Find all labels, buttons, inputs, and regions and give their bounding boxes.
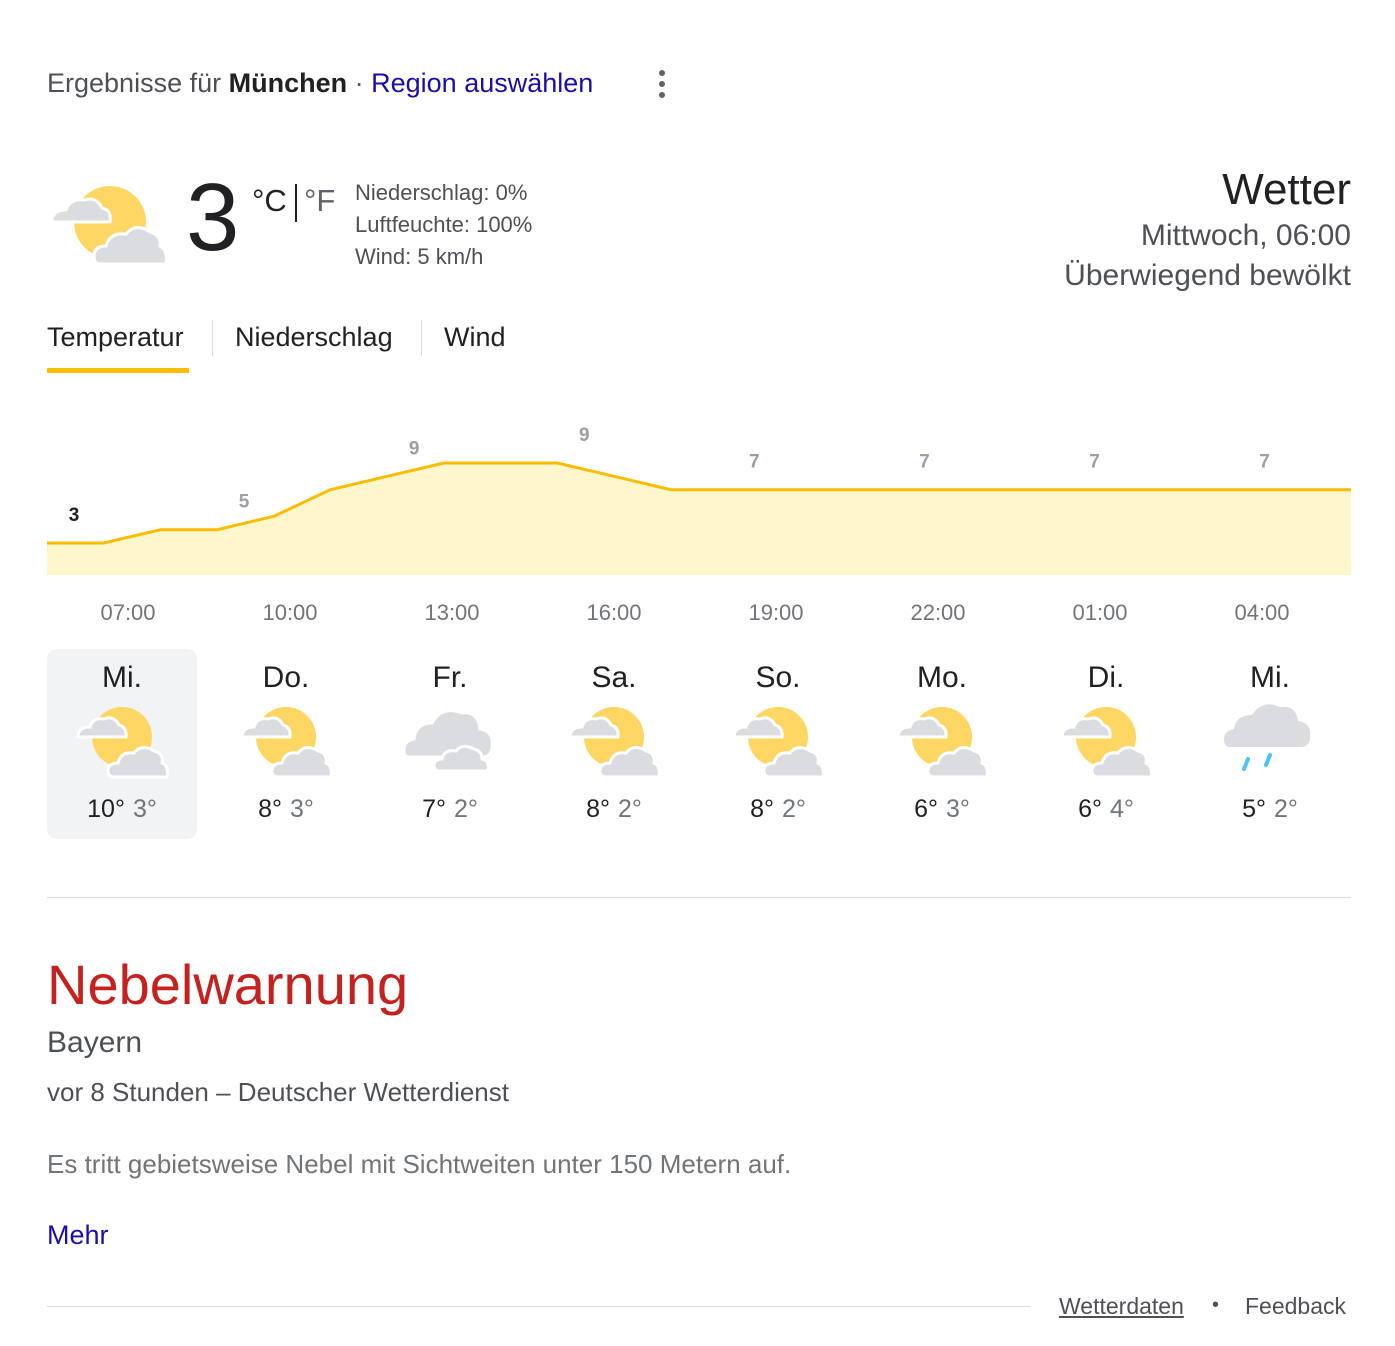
day-low-temp: 2°	[1274, 795, 1298, 823]
partly-cloudy-icon	[240, 707, 333, 779]
rain-icon	[1224, 704, 1311, 771]
unit-separator	[295, 184, 297, 222]
day-low-temp: 3°	[290, 795, 314, 823]
day-low-temp: 2°	[782, 795, 806, 823]
warning-text: Es tritt gebietsweise Nebel mit Sichtwei…	[47, 1149, 792, 1179]
temperature-chart: 3 5 9 9 7 7 7 7	[47, 425, 1351, 575]
weather-data-link[interactable]: Wetterdaten	[1059, 1293, 1184, 1320]
chart-data-label: 9	[409, 438, 420, 459]
partly-cloudy-icon	[76, 707, 169, 779]
day-name: Fr.	[432, 661, 468, 694]
weather-condition: Überwiegend bewölkt	[1064, 259, 1351, 292]
day-card-4[interactable]: So. 8° 2°	[703, 649, 853, 839]
day-name: Mo.	[916, 661, 967, 694]
day-temps: 5° 2°	[1195, 795, 1345, 824]
results-prefix: Ergebnisse für	[47, 68, 222, 98]
day-low-temp: 2°	[618, 795, 642, 823]
chart-tick-label: 10:00	[262, 600, 318, 625]
day-temps: 8° 2°	[539, 795, 689, 824]
region-select-link[interactable]: Region auswählen	[371, 68, 593, 98]
warning-region: Bayern	[47, 1026, 143, 1059]
day-name: Mi.	[102, 661, 142, 694]
day-low-temp: 2°	[454, 795, 478, 823]
chart-data-label: 3	[69, 505, 80, 526]
day-temps: 6° 4°	[1031, 795, 1181, 824]
precipitation-detail: Niederschlag: 0%	[355, 180, 528, 205]
chart-data-label: 5	[239, 492, 250, 513]
feedback-link[interactable]: Feedback	[1245, 1293, 1346, 1320]
more-link[interactable]: Mehr	[47, 1220, 109, 1251]
chart-tick-label: 19:00	[748, 600, 804, 625]
day-low-temp: 3°	[132, 795, 157, 823]
cloudy-icon	[402, 709, 494, 773]
tab-temperature[interactable]: Temperatur	[47, 322, 184, 353]
day-high-temp: 10°	[87, 795, 125, 823]
warning-title: Nebelwarnung	[47, 953, 409, 1016]
weather-title: Wetter	[1222, 165, 1351, 214]
day-name: Mi.	[1250, 661, 1290, 694]
day-high-temp: 8°	[586, 795, 610, 823]
warning-source: vor 8 Stunden – Deutscher Wetterdienst	[47, 1077, 509, 1107]
day-high-temp: 5°	[1242, 795, 1266, 823]
humidity-detail: Luftfeuchte: 100%	[355, 212, 533, 237]
chart-tick-label: 01:00	[1072, 600, 1128, 625]
day-card-2[interactable]: Fr. 7° 2°	[375, 649, 525, 839]
chart-data-label: 7	[919, 452, 930, 473]
partly-cloudy-icon	[1060, 707, 1153, 779]
day-card-0[interactable]: Mi. 10° 3°	[47, 649, 197, 839]
temperature-area	[47, 463, 1351, 575]
current-temperature: 3	[186, 164, 240, 271]
more-options-icon[interactable]	[648, 68, 676, 100]
day-name: Do.	[262, 661, 310, 694]
day-low-temp: 4°	[1110, 795, 1134, 823]
chart-data-label: 7	[1089, 452, 1100, 473]
day-name: So.	[755, 661, 801, 694]
day-card-5[interactable]: Mo. 6° 3°	[867, 649, 1017, 839]
tab-wind[interactable]: Wind	[444, 322, 506, 353]
partly-cloudy-icon	[568, 707, 661, 779]
footer-separator: •	[1212, 1294, 1220, 1316]
chart-tick-label: 13:00	[424, 600, 480, 625]
day-temps: 10° 3°	[47, 795, 197, 824]
partly-cloudy-icon	[50, 186, 168, 266]
chart-data-label: 9	[579, 425, 590, 446]
day-high-temp: 8°	[258, 795, 282, 823]
day-card-3[interactable]: Sa. 8° 2°	[539, 649, 689, 839]
day-temps: 7° 2°	[375, 795, 525, 824]
day-high-temp: 7°	[422, 795, 446, 823]
fahrenheit-toggle[interactable]: °F	[304, 183, 335, 219]
footer-divider	[47, 1306, 1031, 1307]
tab-precipitation[interactable]: Niederschlag	[235, 322, 393, 353]
chart-data-label: 7	[749, 452, 760, 473]
chart-tick-label: 22:00	[910, 600, 966, 625]
tab-divider	[212, 320, 213, 356]
day-high-temp: 6°	[914, 795, 938, 823]
day-name: Di.	[1087, 661, 1125, 694]
day-card-7[interactable]: Mi. 5° 2°	[1195, 649, 1345, 839]
day-card-1[interactable]: Do. 8° 3°	[211, 649, 361, 839]
day-temps: 8° 3°	[211, 795, 361, 824]
chart-data-label: 7	[1259, 452, 1270, 473]
location-name: München	[228, 68, 348, 98]
chart-tick-label: 04:00	[1234, 600, 1290, 625]
day-temps: 8° 2°	[703, 795, 853, 824]
results-header: Ergebnisse für München · Region auswähle…	[47, 68, 593, 99]
active-tab-indicator	[47, 368, 189, 373]
tab-divider	[421, 320, 422, 356]
section-divider	[47, 897, 1351, 898]
chart-tick-label: 16:00	[586, 600, 642, 625]
partly-cloudy-icon	[896, 707, 989, 779]
day-high-temp: 6°	[1078, 795, 1102, 823]
celsius-toggle[interactable]: °C	[252, 183, 287, 219]
day-temps: 6° 3°	[867, 795, 1017, 824]
day-low-temp: 3°	[946, 795, 970, 823]
day-name: Sa.	[591, 661, 637, 694]
chart-tick-label: 07:00	[100, 600, 156, 625]
partly-cloudy-icon	[732, 707, 825, 779]
weather-datetime: Mittwoch, 06:00	[1140, 219, 1351, 252]
header-separator: ·	[354, 68, 364, 98]
day-card-6[interactable]: Di. 6° 4°	[1031, 649, 1181, 839]
day-high-temp: 8°	[750, 795, 774, 823]
wind-detail: Wind: 5 km/h	[355, 244, 484, 269]
